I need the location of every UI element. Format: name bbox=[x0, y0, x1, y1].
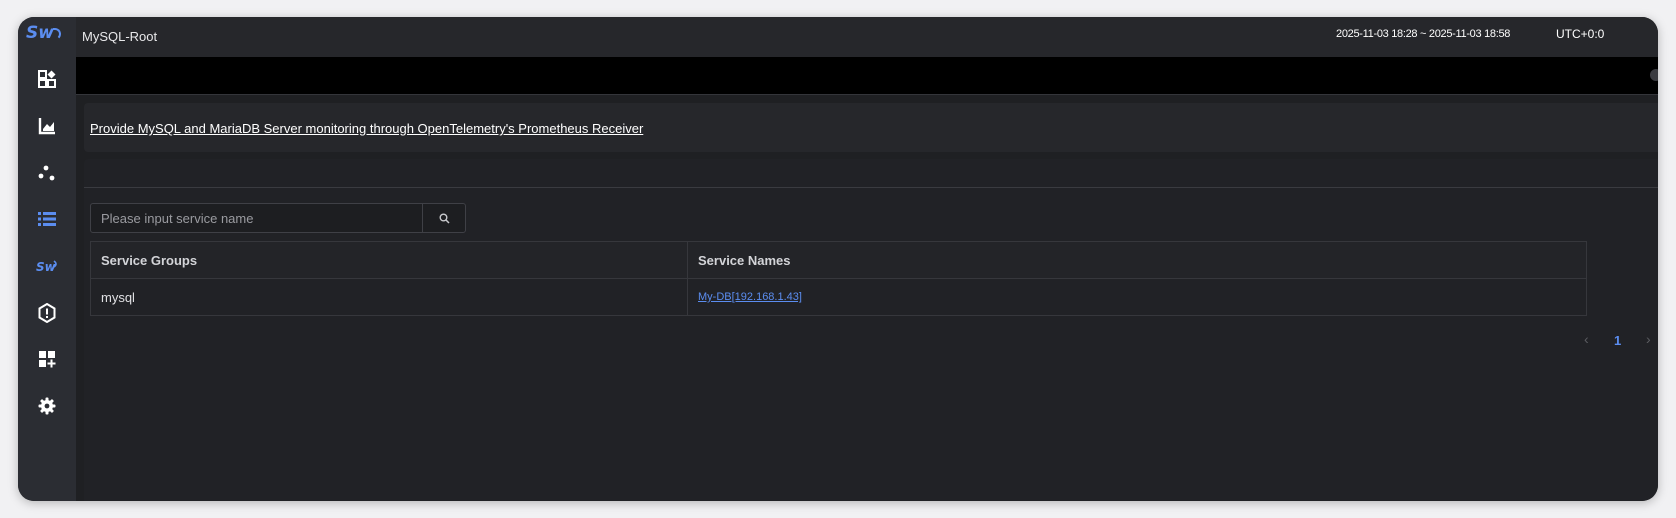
app-window: Sw Sw MySQL-Root 2025-11-03 18:28 ~ 2025… bbox=[18, 17, 1658, 501]
logo-arc-icon bbox=[53, 28, 61, 40]
sidebar-item-add-widget[interactable] bbox=[28, 341, 66, 377]
table-cell-service: My-DB[192.168.1.43] bbox=[687, 278, 1587, 316]
tab-bar bbox=[76, 57, 1658, 94]
topology-icon bbox=[38, 165, 55, 181]
search-input[interactable] bbox=[91, 204, 421, 232]
skywalking-logo-icon: Sw bbox=[36, 260, 57, 274]
add-widget-icon bbox=[39, 351, 56, 368]
chart-icon bbox=[38, 118, 55, 135]
column-header-service-names: Service Names bbox=[687, 241, 1587, 279]
table-cell-group: mysql bbox=[90, 278, 688, 316]
next-page-button[interactable]: › bbox=[1646, 331, 1651, 347]
prev-page-button[interactable]: ‹ bbox=[1584, 331, 1589, 347]
sidebar-item-chart[interactable] bbox=[28, 108, 66, 144]
skywalking-logo[interactable]: Sw bbox=[26, 23, 70, 51]
description-panel: Provide MySQL and MariaDB Server monitor… bbox=[84, 103, 1658, 152]
timezone-label: UTC+0:0 bbox=[1556, 27, 1605, 41]
alert-icon bbox=[38, 303, 56, 323]
column-header-service-groups: Service Groups bbox=[90, 241, 688, 279]
tab-bar-handle-icon[interactable] bbox=[1650, 69, 1658, 81]
search-icon bbox=[439, 213, 450, 224]
panel-header bbox=[84, 159, 1658, 188]
sidebar-item-dashboard[interactable] bbox=[28, 61, 66, 97]
settings-icon bbox=[38, 397, 56, 415]
page-number[interactable]: 1 bbox=[1614, 333, 1621, 348]
sidebar-item-alerts[interactable] bbox=[28, 295, 66, 331]
description-link[interactable]: Provide MySQL and MariaDB Server monitor… bbox=[90, 121, 643, 136]
dashboard-icon bbox=[38, 70, 56, 88]
top-bar: MySQL-Root 2025-11-03 18:28 ~ 2025-11-03… bbox=[76, 17, 1658, 57]
search-button[interactable] bbox=[422, 204, 465, 232]
sidebar-item-settings[interactable] bbox=[28, 388, 66, 424]
sidebar: Sw Sw bbox=[18, 17, 76, 501]
page-title: MySQL-Root bbox=[82, 29, 158, 44]
service-list-panel: Service Groups Service Names mysql My-DB… bbox=[84, 159, 1658, 501]
logo-text: Sw bbox=[26, 23, 54, 43]
pagination: ‹ 1 › bbox=[1538, 331, 1658, 351]
sidebar-item-services[interactable] bbox=[28, 201, 66, 237]
search-box bbox=[90, 203, 466, 233]
list-icon bbox=[38, 212, 56, 226]
sidebar-item-skywalking[interactable]: Sw bbox=[28, 248, 66, 284]
svg-text:Sw: Sw bbox=[36, 260, 57, 274]
divider bbox=[76, 94, 1658, 95]
service-link[interactable]: My-DB[192.168.1.43] bbox=[698, 291, 802, 303]
sidebar-item-topology[interactable] bbox=[28, 155, 66, 191]
time-range-picker[interactable]: 2025-11-03 18:28 ~ 2025-11-03 18:58 bbox=[1336, 28, 1510, 40]
